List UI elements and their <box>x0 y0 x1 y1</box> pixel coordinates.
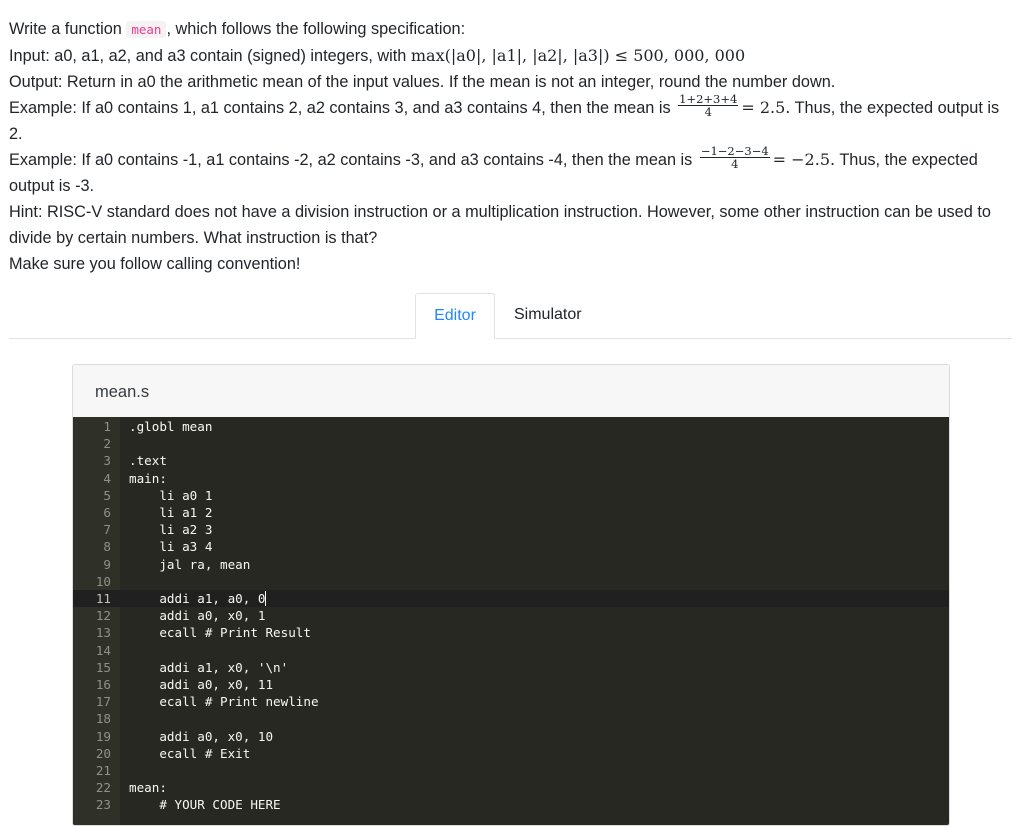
code-text: addi a0, x0, 11 <box>129 677 274 692</box>
code-text: addi a1, a0, 0 <box>129 591 267 606</box>
line-number: 1 <box>103 419 111 434</box>
line-number: 13 <box>95 625 111 641</box>
intro-line: Write a function mean, which follows the… <box>9 16 1014 43</box>
code-line[interactable]: 18 <box>73 710 949 727</box>
code-text: mean: <box>129 780 167 796</box>
fraction-denominator: 4 <box>731 157 739 172</box>
line-number: 14 <box>95 642 111 658</box>
file-name-header: mean.s <box>73 365 949 418</box>
code-line[interactable]: 23 # YOUR CODE HERE <box>73 796 949 813</box>
code-text: .globl mean <box>129 419 213 434</box>
input-spec: Input: a0, a1, a2, and a3 contain (signe… <box>9 43 1014 69</box>
example-2: Example: If a0 contains -1, a1 contains … <box>9 145 1014 199</box>
code-line[interactable]: 9 jal ra, mean <box>73 556 949 573</box>
code-line[interactable]: 15 addi a1, x0, '\n' <box>73 659 949 676</box>
input-spec-text: Input: a0, a1, a2, and a3 contain (signe… <box>9 47 411 65</box>
line-number: 21 <box>95 763 111 778</box>
code-line[interactable]: 5 li a0 1 <box>73 487 949 504</box>
editor-card: mean.s 1 .globl mean 2 3 .text 4 main: 5 li a0 … <box>72 364 950 826</box>
code-line[interactable]: 11 addi a1, a0, 0 <box>73 590 949 608</box>
tab-simulator[interactable]: Simulator <box>496 293 600 337</box>
code-line[interactable]: 19 addi a0, x0, 10 <box>73 728 949 745</box>
line-number: 20 <box>95 745 111 761</box>
line-number: 17 <box>95 694 111 710</box>
tab-editor[interactable]: Editor <box>415 293 495 339</box>
code-text: li a1 2 <box>129 505 213 520</box>
code-text: ecall # Exit <box>129 745 251 761</box>
example-1-text: Example: If a0 contains 1, a1 contains 2… <box>9 99 676 117</box>
function-name-code: mean <box>126 21 167 38</box>
code-text: jal ra, mean <box>129 556 251 572</box>
code-editor[interactable]: 1 .globl mean 2 3 .text 4 main: 5 li a0 16 li a… <box>73 417 949 825</box>
code-text: li a0 1 <box>129 487 213 503</box>
intro-text-end: , which follows the following specificat… <box>166 20 466 38</box>
editor-tabs: Editor Simulator <box>9 293 1012 339</box>
code-line[interactable]: 4 main: <box>73 470 949 487</box>
code-line[interactable]: 20 ecall # Exit <box>73 745 949 762</box>
code-text: ecall # Print newline <box>129 694 319 710</box>
code-line[interactable]: 16 addi a0, x0, 11 <box>73 676 949 693</box>
code-text: main: <box>129 470 167 486</box>
intro-text: Write a function <box>9 20 127 38</box>
output-spec: Output: Return in a0 the arithmetic mean… <box>9 73 836 91</box>
example-1: Example: If a0 contains 1, a1 contains 2… <box>9 93 1014 147</box>
example-2-text: Example: If a0 contains -1, a1 contains … <box>9 151 697 170</box>
line-number: 16 <box>95 677 111 692</box>
code-line[interactable]: 22 mean: <box>73 779 949 796</box>
line-number: 10 <box>95 573 111 589</box>
line-number: 5 <box>103 487 111 503</box>
example-1-result: = 2.5. <box>741 98 791 117</box>
line-number: 3 <box>103 453 111 469</box>
code-text: .text <box>129 453 167 469</box>
code-line[interactable]: 6 li a1 2 <box>73 504 949 521</box>
code-line[interactable]: 7 li a2 3 <box>73 521 949 538</box>
fraction-denominator: 4 <box>704 105 712 120</box>
code-line[interactable]: 3 .text <box>73 452 949 469</box>
line-number: 11 <box>95 591 111 606</box>
example-1-fraction: 1+2+3+4 4 <box>678 93 739 120</box>
text-cursor <box>265 591 267 606</box>
code-line[interactable]: 8 li a3 4 <box>73 538 949 555</box>
code-text: ecall # Print Result <box>129 625 311 641</box>
code-text: # YOUR CODE HERE <box>129 797 281 813</box>
code-line[interactable]: 12 addi a0, x0, 1 <box>73 607 949 624</box>
code-line[interactable]: 1 .globl mean <box>73 418 949 435</box>
example-2-fraction: −1−2−3−4 4 <box>699 145 770 172</box>
code-text: li a3 4 <box>129 539 213 555</box>
hint-text: Hint: RISC-V standard does not have a di… <box>9 203 991 248</box>
code-text: addi a1, x0, '\n' <box>129 659 289 675</box>
line-number: 15 <box>95 659 111 675</box>
calling-convention-note: Make sure you follow calling convention! <box>9 255 301 274</box>
code-line[interactable]: 21 <box>73 762 949 779</box>
code-line[interactable]: 2 <box>73 435 949 452</box>
example-2-result: = −2.5. <box>772 150 836 170</box>
line-number: 7 <box>103 522 111 538</box>
line-number: 23 <box>95 797 111 813</box>
code-text: addi a0, x0, 1 <box>129 608 266 624</box>
code-line[interactable]: 13 ecall # Print Result <box>73 624 949 641</box>
line-number: 19 <box>95 728 111 744</box>
line-number: 4 <box>103 470 111 486</box>
line-number: 6 <box>103 505 111 520</box>
code-text: li a2 3 <box>129 522 213 538</box>
line-number: 8 <box>103 539 111 555</box>
code-line[interactable]: 10 <box>73 573 949 590</box>
line-number: 18 <box>95 711 111 727</box>
line-number: 12 <box>95 608 111 624</box>
code-text: addi a0, x0, 10 <box>129 728 274 744</box>
line-number: 2 <box>103 436 111 452</box>
problem-statement: Write a function mean, which follows the… <box>9 16 1014 277</box>
input-constraint-math: max(|a0|, |a1|, |a2|, |a3|) ≤ 500, 000, … <box>410 46 746 65</box>
line-number: 9 <box>103 556 111 572</box>
line-number: 22 <box>95 780 111 796</box>
code-line[interactable]: 14 <box>73 642 949 659</box>
code-line[interactable]: 17 ecall # Print newline <box>73 693 949 710</box>
